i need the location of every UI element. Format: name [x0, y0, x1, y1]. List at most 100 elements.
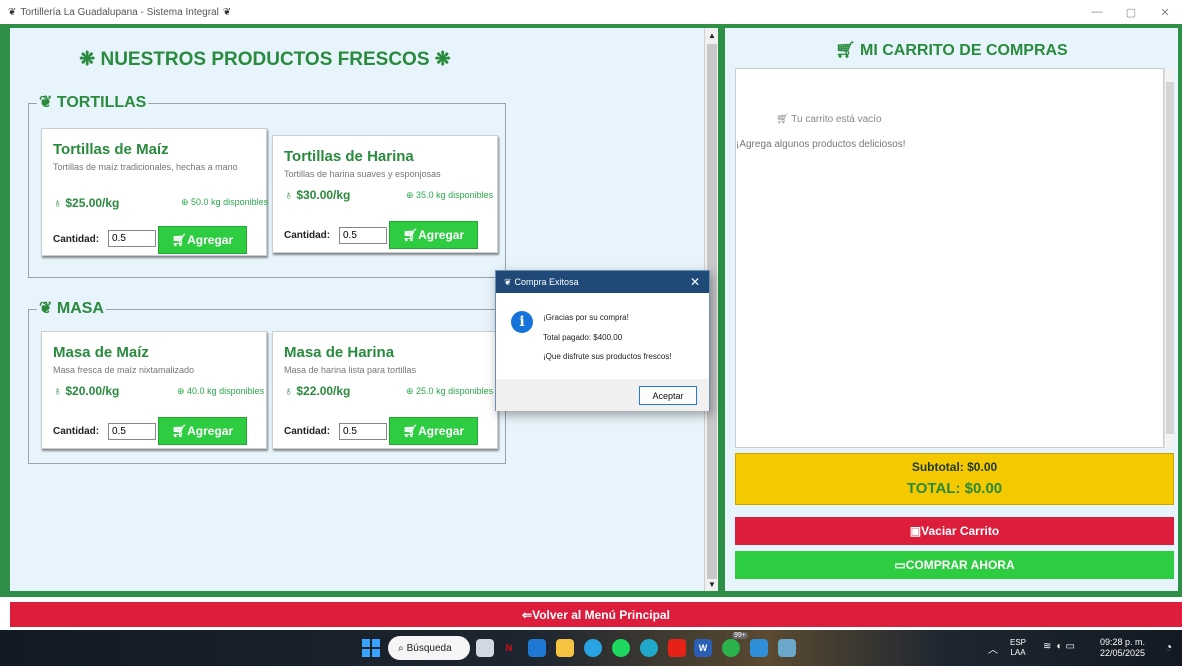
battery-icon: ▭	[1065, 641, 1079, 652]
volume-icon: ◖	[1055, 641, 1066, 652]
scrollbar-thumb[interactable]	[1166, 82, 1174, 434]
money-bag-icon: ♁	[284, 384, 297, 398]
minimize-button[interactable]: —	[1080, 0, 1114, 24]
clock[interactable]: 09:28 p. m. 22/05/2025	[1100, 637, 1145, 659]
vscode-icon[interactable]	[750, 639, 768, 657]
notification-badge: 99+	[732, 632, 748, 639]
quantity-input[interactable]	[339, 227, 387, 244]
product-name: Tortillas de Harina	[284, 148, 414, 165]
card-icon: ▭	[894, 558, 906, 572]
dialog-titlebar: ❦ Compra Exitosa ✕	[496, 271, 709, 293]
cart-icon: 🛒︎	[776, 114, 792, 125]
section-tortillas: ❦ TORTILLAS Tortillas de Maíz Tortillas …	[28, 92, 506, 278]
product-price: ♁ $22.00/kg	[284, 384, 351, 398]
back-arrow-icon: ⇐	[522, 607, 533, 622]
info-icon: i	[511, 311, 533, 333]
quantity-input[interactable]	[339, 423, 387, 440]
cart-list[interactable]: 🛒︎ Tu carrito está vacío ¡Agrega algunos…	[735, 68, 1164, 448]
package-icon: ⊕	[406, 386, 417, 396]
whatsapp-icon[interactable]	[722, 639, 740, 657]
product-description: Tortillas de maíz tradicionales, hechas …	[53, 162, 238, 172]
product-stock: ⊕ 40.0 kg disponibles	[177, 386, 265, 396]
add-to-cart-button[interactable]: 🛒︎ Agregar	[158, 417, 247, 445]
cart-empty-text: 🛒︎ Tu carrito está vacío	[776, 114, 882, 125]
leaf-icon: ❦	[39, 300, 57, 317]
trash-icon: ▣	[909, 524, 922, 538]
cart-icon: 🛒︎	[171, 233, 188, 247]
product-name: Tortillas de Maíz	[53, 141, 169, 158]
cart-icon: 🛒︎	[402, 424, 419, 438]
tray-icons[interactable]: ≋◖▭	[1043, 641, 1079, 652]
netflix-icon[interactable]: N	[500, 639, 518, 657]
notifications-icon[interactable]: ◔	[1165, 640, 1172, 654]
product-card: Tortillas de Harina Tortillas de harina …	[272, 135, 498, 253]
products-title: ❋ NUESTROS PRODUCTOS FRESCOS ❋	[79, 49, 451, 70]
leaf-icon: ❦	[8, 6, 17, 18]
section-label: ❦ MASA	[37, 298, 106, 318]
subtotal: Subtotal: $0.00	[911, 460, 998, 474]
product-description: Masa fresca de maíz nixtamalizado	[53, 365, 195, 375]
product-card: Tortillas de Maíz Tortillas de maíz trad…	[41, 128, 269, 256]
package-icon: ⊕	[181, 197, 192, 207]
product-price: ♁ $30.00/kg	[284, 188, 351, 202]
scroll-up-icon[interactable]: ▲	[705, 28, 719, 42]
product-card: Masa de Maíz Masa fresca de maíz nixtama…	[41, 331, 267, 449]
task-view-icon[interactable]	[476, 639, 494, 657]
add-to-cart-button[interactable]: 🛒︎ Agregar	[389, 417, 478, 445]
language-indicator[interactable]: ESP LAA	[1010, 638, 1026, 658]
money-bag-icon: ♁	[53, 196, 66, 210]
product-stock: ⊕ 50.0 kg disponibles	[181, 197, 269, 207]
ok-button[interactable]: Aceptar	[639, 386, 697, 405]
quantity-label: Cantidad:	[53, 426, 100, 437]
section-label: ❦ TORTILLAS	[37, 92, 149, 112]
back-to-menu-button[interactable]: ⇐ Volver al Menú Principal	[10, 602, 1182, 627]
word-icon[interactable]: W	[694, 639, 712, 657]
scroll-down-icon[interactable]: ▼	[705, 577, 719, 591]
window-titlebar: ❦ Tortillería La Guadalupana - Sistema I…	[0, 0, 1182, 24]
add-to-cart-button[interactable]: 🛒︎ Agregar	[158, 226, 247, 254]
leaf-icon: ❦	[39, 94, 57, 111]
spotify-icon[interactable]	[612, 639, 630, 657]
window-controls: — ▢ ✕	[1080, 0, 1182, 24]
cart-panel: 🛒︎ MI CARRITO DE COMPRAS 🛒︎ Tu carrito e…	[725, 28, 1178, 591]
outlook-icon[interactable]	[528, 639, 546, 657]
product-card: Masa de Harina Masa de harina lista para…	[272, 331, 498, 449]
telegram-icon[interactable]	[584, 639, 602, 657]
product-name: Masa de Maíz	[53, 344, 149, 361]
dialog-message-line: ¡Gracias por su compra!	[543, 313, 629, 322]
edge-icon[interactable]	[640, 639, 658, 657]
start-icon[interactable]	[362, 639, 380, 657]
section-masa: ❦ MASA Masa de Maíz Masa fresca de maíz …	[28, 298, 506, 464]
youtube-icon[interactable]	[668, 639, 686, 657]
dialog-message-line: Total pagado: $400.00	[543, 333, 623, 342]
close-button[interactable]: ✕	[1148, 0, 1182, 24]
taskbar-search[interactable]: ⌕ Búsqueda	[388, 636, 470, 660]
folder-icon[interactable]	[556, 639, 574, 657]
dialog-footer: Aceptar	[496, 379, 709, 411]
product-stock: ⊕ 25.0 kg disponibles	[406, 386, 494, 396]
window-title: Tortillería La Guadalupana - Sistema Int…	[20, 6, 219, 18]
quantity-input[interactable]	[108, 423, 156, 440]
leaf-icon: ❦	[222, 6, 232, 18]
python-app-icon[interactable]	[778, 639, 796, 657]
product-name: Masa de Harina	[284, 344, 395, 361]
quantity-label: Cantidad:	[53, 234, 100, 245]
quantity-input[interactable]	[108, 230, 156, 247]
buy-now-button[interactable]: ▭ COMPRAR AHORA	[735, 551, 1174, 579]
wifi-icon: ≋	[1043, 641, 1056, 652]
dialog-message-line: ¡Que disfrute sus productos frescos!	[543, 352, 672, 361]
purchase-success-dialog: ❦ Compra Exitosa ✕ i ¡Gracias por su com…	[495, 270, 710, 411]
product-description: Masa de harina lista para tortillas	[284, 365, 417, 375]
chevron-up-icon[interactable]: ︿	[988, 641, 998, 656]
product-description: Tortillas de harina suaves y esponjosas	[284, 169, 441, 179]
quantity-label: Cantidad:	[284, 230, 331, 241]
totals-box: Subtotal: $0.00 TOTAL: $0.00	[735, 453, 1174, 505]
add-to-cart-button[interactable]: 🛒︎ Agregar	[389, 221, 478, 249]
total: TOTAL: $0.00	[906, 480, 1003, 497]
clear-cart-button[interactable]: ▣ Vaciar Carrito	[735, 517, 1174, 545]
dialog-close-icon[interactable]: ✕	[690, 275, 700, 289]
cart-scrollbar[interactable]	[1164, 68, 1174, 448]
cart-icon: 🛒︎	[402, 228, 419, 242]
maximize-button[interactable]: ▢	[1114, 0, 1148, 24]
leaf-icon: ❦	[504, 276, 512, 287]
